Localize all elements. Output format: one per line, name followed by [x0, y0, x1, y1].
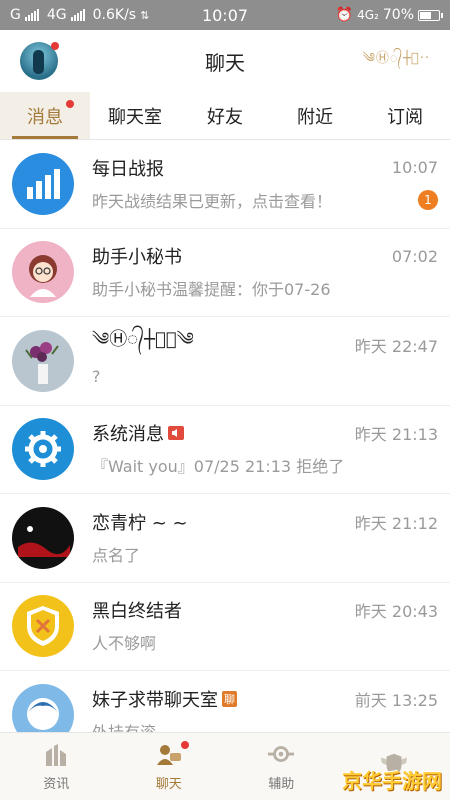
shield-icon — [12, 595, 74, 658]
chat-name: ༄Ⓗ᭄┼᭄㊅༄ — [92, 328, 194, 350]
tab-dot — [66, 100, 74, 108]
chat-name: 助手小秘书 — [92, 247, 182, 269]
assistant-girl-icon — [12, 241, 74, 304]
list-item[interactable]: 每日战报 10:07 昨天战绩结果已更新，点击查看！ 1 — [0, 140, 450, 229]
app-header: 聊天 ༄Ⓗ᭄┼᭄·· — [0, 30, 450, 92]
chat-time: 前天 13:25 — [354, 690, 438, 710]
tab-subscribe[interactable]: 订阅 — [360, 92, 450, 139]
nav-chat[interactable]: 聊天 — [113, 733, 226, 800]
dark-avatar — [12, 506, 74, 569]
battery-icon — [418, 9, 443, 21]
bar-chart-icon — [12, 152, 74, 215]
chat-name-wrap: 妹子求带聊天室聊 — [92, 686, 237, 712]
list-item[interactable]: 黑白终结者 昨天 20:43 人不够啊 — [0, 583, 450, 671]
tab-label: 消息 — [27, 106, 63, 128]
list-item[interactable]: 系统消息 昨天 21:13 『Wait you』07/25 21:13 拒绝了 — [0, 406, 450, 494]
carrier-1: G — [10, 7, 21, 23]
list-item[interactable]: 恋青柠 ~ ~ 昨天 21:12 点名了 — [0, 494, 450, 583]
chat-preview: 外挂有滚 — [92, 719, 156, 732]
network-speed: 0.6K/s — [92, 7, 137, 23]
chat-time: 昨天 20:43 — [354, 602, 438, 622]
tab-label: 订阅 — [387, 106, 423, 128]
bottom-nav: 资讯 聊天 辅助 — [0, 732, 450, 800]
status-right: ⏰ 4G₂ 70% — [335, 7, 443, 23]
nav-dot — [181, 741, 189, 749]
chat-name: 每日战报 — [92, 158, 164, 180]
chat-time: 07:02 — [391, 246, 438, 266]
tab-bar: 消息 聊天室 好友 附近 订阅 — [0, 92, 450, 140]
nav-label: 聊天 — [155, 777, 182, 792]
signal-icon-2 — [70, 9, 85, 21]
user-avatar-button[interactable] — [20, 42, 59, 80]
tab-chatroom[interactable]: 聊天室 — [90, 92, 180, 139]
flower-vase-avatar — [12, 329, 74, 392]
girl-avatar — [12, 683, 74, 732]
chat-time: 10:07 — [391, 158, 438, 178]
chat-preview: 『Wait you』07/25 21:13 拒绝了 — [92, 457, 345, 477]
nav-guild[interactable] — [338, 733, 450, 800]
chat-preview: 昨天战绩结果已更新，点击查看！ — [92, 191, 333, 211]
chat-name: 妹子求带聊天室 — [92, 689, 218, 711]
tab-label: 附近 — [297, 106, 333, 128]
header-decoration[interactable]: ༄Ⓗ᭄┼᭄·· — [362, 43, 430, 80]
download-icon: ⇅ — [140, 8, 150, 22]
chat-preview: 点名了 — [92, 545, 141, 565]
chat-preview: ? — [92, 367, 101, 387]
tab-friends[interactable]: 好友 — [180, 92, 270, 139]
unread-badge: 1 — [418, 189, 438, 210]
chat-preview: 人不够啊 — [92, 634, 157, 654]
chat-preview: 助手小秘书温馨提醒：你于07-26 — [92, 280, 331, 300]
tab-label: 聊天室 — [108, 106, 162, 128]
assist-icon — [267, 741, 295, 769]
list-item[interactable]: 妹子求带聊天室聊 前天 13:25 外挂有滚 — [0, 671, 450, 732]
chat-time: 昨天 21:13 — [354, 425, 438, 445]
chat-list[interactable]: 每日战报 10:07 昨天战绩结果已更新，点击查看！ 1 助手小秘书 07:02 助手… — [0, 140, 450, 732]
chat-name: 黑白终结者 — [92, 601, 182, 623]
shield-wings-icon — [380, 751, 408, 779]
list-item[interactable]: 助手小秘书 07:02 助手小秘书温馨提醒：你于07-26 — [0, 229, 450, 317]
chat-name-wrap: 系统消息 — [92, 420, 184, 446]
notification-dot — [51, 42, 59, 50]
gear-icon — [12, 418, 74, 481]
tab-label: 好友 — [207, 106, 243, 128]
chat-time: 昨天 21:12 — [354, 513, 438, 533]
chat-icon — [155, 741, 183, 769]
nav-assist[interactable]: 辅助 — [225, 733, 338, 800]
nav-label: 资讯 — [43, 777, 70, 792]
chat-name: 系统消息 — [92, 424, 164, 446]
tab-nearby[interactable]: 附近 — [270, 92, 360, 139]
news-icon — [42, 741, 70, 769]
chat-time: 昨天 22:47 — [354, 336, 438, 356]
list-item[interactable]: ༄Ⓗ᭄┼᭄㊅༄ 昨天 22:47 ? — [0, 317, 450, 406]
tab-messages[interactable]: 消息 — [0, 92, 90, 139]
status-left: G 4G 0.6K/s ⇅ — [10, 7, 149, 23]
network-type: 4G₂ — [357, 8, 379, 22]
nav-news[interactable]: 资讯 — [0, 733, 113, 800]
speaker-icon — [168, 426, 184, 441]
chatroom-tag: 聊 — [222, 690, 237, 707]
nav-label: 辅助 — [268, 777, 295, 792]
status-bar: G 4G 0.6K/s ⇅ 10:07 ⏰ 4G₂ 70% — [0, 0, 450, 30]
battery-percent: 70% — [382, 7, 414, 23]
carrier-2: 4G — [46, 7, 67, 23]
chat-name: 恋青柠 ~ ~ — [92, 512, 188, 534]
signal-icon — [24, 9, 39, 21]
alarm-icon: ⏰ — [335, 7, 354, 23]
